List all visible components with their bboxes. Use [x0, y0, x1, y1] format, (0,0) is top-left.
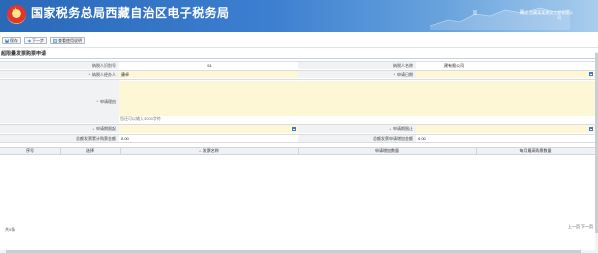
required-mark: * — [393, 72, 395, 77]
great-wall-decoration — [430, 7, 570, 30]
calendar-icon[interactable] — [589, 72, 593, 76]
period-end-label-cell: * 申请期限止 — [298, 125, 416, 133]
taxpayer-name-label: 纳税人名称 — [298, 62, 416, 69]
required-mark: * — [92, 126, 94, 132]
user-welcome-cont: 司 — [557, 15, 561, 20]
form-row-taxpayer: 纳税人识别号 91 纳税人名称 建有限公司 — [0, 61, 598, 69]
period-end-input[interactable] — [416, 125, 596, 133]
total-amount-label: 总额发票累计购票金额 — [0, 135, 119, 142]
required-mark: * — [199, 148, 201, 154]
period-start-label: 申请期限起 — [96, 126, 116, 131]
column-header-invoice-name: * 发票名称 — [120, 148, 298, 154]
calendar-icon[interactable] — [292, 127, 296, 131]
taxpayer-name-value: 建有限公司 — [444, 62, 464, 68]
column-header-apply-qty: 申请增加数量 — [375, 148, 399, 153]
column-header-select: 选择 — [86, 148, 94, 153]
header-banner: ★ 国家税务总局西藏自治区电子税务局 欢迎 西藏某某建设工程有限公 司 — [0, 0, 598, 32]
total-apply-label: 总额发票申请增加金额 — [298, 135, 416, 142]
site-title: 国家税务总局西藏自治区电子税务局 — [31, 6, 230, 20]
record-count: 共0条 — [5, 227, 16, 232]
calendar-icon[interactable] — [589, 127, 593, 131]
column-header-index: 序号 — [26, 148, 34, 153]
apply-date-input[interactable] — [416, 71, 596, 78]
taxpayer-id-value: 91 — [207, 63, 212, 68]
form-row-handler: * 纳税人经办人 康卓 * 申请日期 — [0, 70, 598, 78]
handler-label-cell: * 纳税人经办人 — [0, 71, 119, 78]
period-start-input[interactable] — [119, 125, 298, 133]
reason-label-cell: * 申请理由 — [0, 80, 119, 123]
toolbar: 保存 下一步 查看使用说明 — [0, 35, 598, 46]
period-start-label-cell: * 申请期限起 — [0, 125, 119, 133]
handler-label: 纳税人经办人 — [92, 71, 116, 77]
user-welcome: 欢迎 西藏某某建设工程有限公 — [520, 10, 574, 15]
taxpayer-id-label: 纳税人识别号 — [0, 62, 119, 69]
total-apply-value: 0.00 — [418, 136, 426, 141]
reason-textarea[interactable] — [119, 81, 596, 116]
apply-date-label-cell: * 申请日期 — [298, 71, 416, 78]
form-row-reason: * 申请理由 您还可以输入3000字符 — [0, 79, 598, 123]
form-row-totals: 总额发票累计购票金额 0.00 总额发票申请增加金额 0.00 — [0, 134, 598, 143]
save-icon — [5, 38, 9, 43]
reason-label: 申请理由 — [100, 98, 116, 104]
section-divider — [0, 58, 598, 59]
required-mark: * — [389, 126, 391, 132]
next-step-label: 下一步 — [32, 37, 44, 43]
arrow-right-icon — [27, 39, 31, 42]
apply-date-label: 申请日期 — [397, 71, 413, 77]
invoice-grid-header: 序号 选择 * 发票名称 申请增加数量 每月最高购票数量 — [0, 147, 598, 155]
reason-char-hint: 您还可以输入3000字符 — [120, 116, 161, 121]
form-row-period: * 申请期限起 * 申请期限止 — [0, 124, 598, 133]
column-header-monthly-max: 每月最高购票数量 — [519, 148, 552, 153]
document-icon — [53, 38, 57, 43]
prev-page-link[interactable]: 上一页 — [568, 224, 580, 230]
instructions-label: 查看使用说明 — [58, 37, 82, 43]
next-page-link[interactable]: 下一页 — [581, 224, 593, 230]
total-amount-value: 0.00 — [121, 136, 129, 141]
toolbar-divider — [0, 47, 598, 48]
period-end-label: 申请期限止 — [393, 126, 413, 131]
save-label: 保存 — [10, 37, 18, 43]
instructions-button[interactable]: 查看使用说明 — [50, 37, 85, 44]
star-icon: ★ — [12, 6, 20, 15]
required-mark: * — [88, 72, 90, 77]
next-step-button[interactable]: 下一步 — [24, 37, 47, 44]
handler-input[interactable]: 康卓 — [119, 71, 298, 78]
save-button[interactable]: 保存 — [2, 37, 21, 44]
invoice-name-label: 发票名称 — [202, 148, 219, 153]
required-mark: * — [96, 99, 98, 104]
section-title: 超限量发票购票申请 — [1, 51, 47, 57]
